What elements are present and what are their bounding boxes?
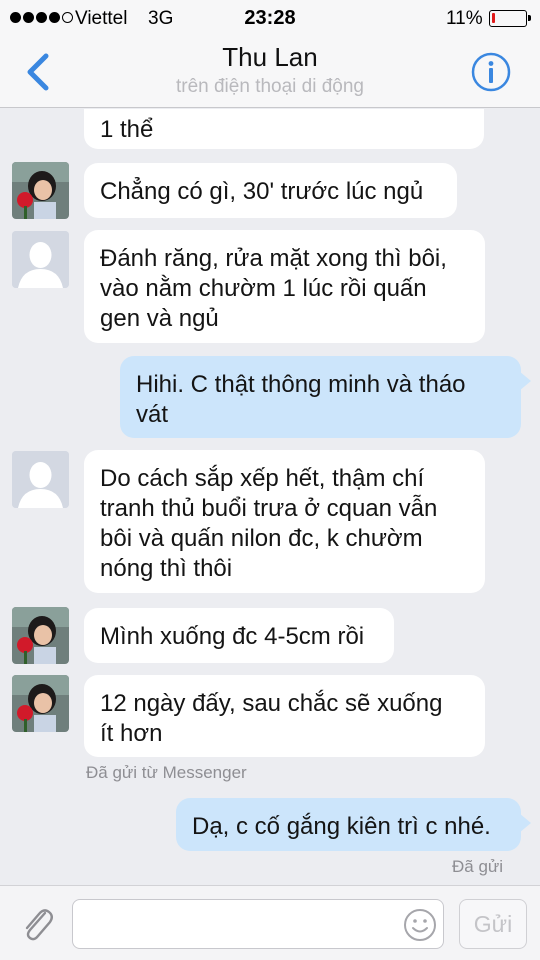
battery-percent: 11% xyxy=(446,8,483,29)
bubble-tail xyxy=(519,371,531,391)
sent-from-label: Đã gửi từ Messenger xyxy=(86,763,247,782)
info-icon[interactable] xyxy=(471,52,511,92)
conversation-subtitle: trên điện thoại di động xyxy=(175,76,365,97)
message-bubble-incoming: Đánh răng, rửa mặt xong thì bôi, vào nằm… xyxy=(84,230,485,343)
navigation-bar: Thu Lan trên điện thoại di động xyxy=(0,36,540,108)
message-bubble-outgoing: Dạ, c cố gắng kiên trì c nhé. xyxy=(176,798,521,851)
status-bar: Viettel 3G 23:28 11% xyxy=(0,0,540,36)
contact-avatar-placeholder[interactable] xyxy=(12,451,69,508)
compose-bar: Gửi xyxy=(0,885,540,960)
contact-avatar[interactable] xyxy=(12,607,69,664)
paperclip-icon[interactable] xyxy=(18,904,56,944)
delivery-status: Đã gửi xyxy=(452,857,504,876)
battery-icon xyxy=(489,10,531,27)
message-input[interactable] xyxy=(72,899,444,949)
smiley-icon[interactable] xyxy=(403,908,437,942)
contact-avatar[interactable] xyxy=(12,162,69,219)
message-bubble-incoming: 12 ngày đấy, sau chắc sẽ xuống ít hơn xyxy=(84,675,485,757)
send-button[interactable]: Gửi xyxy=(459,899,527,949)
bubble-tail xyxy=(519,813,531,833)
contact-avatar[interactable] xyxy=(12,675,69,732)
message-bubble-incoming: Mình xuống đc 4-5cm rồi xyxy=(84,608,394,663)
message-bubble-incoming: Do cách sắp xếp hết, thậm chí tranh thủ … xyxy=(84,450,485,593)
message-bubble-outgoing: Hihi. C thật thông minh và tháo vát xyxy=(120,356,521,438)
conversation-title: Thu Lan xyxy=(222,42,318,72)
message-list[interactable]: 1 thể Chẳng có gì, 30' trước lúc ngủ Đán… xyxy=(0,109,540,885)
battery-level xyxy=(492,13,495,23)
message-bubble-incoming: Chẳng có gì, 30' trước lúc ngủ xyxy=(84,163,457,218)
contact-avatar-placeholder[interactable] xyxy=(12,231,69,288)
message-bubble-incoming: 1 thể xyxy=(84,109,484,149)
